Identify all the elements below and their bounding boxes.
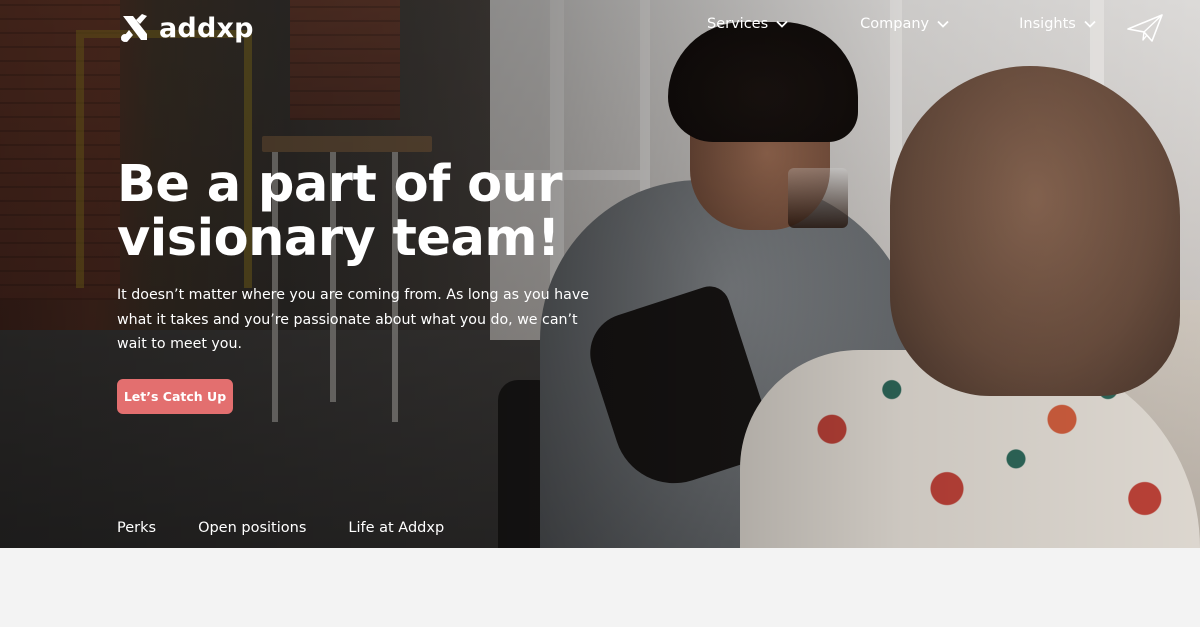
below-fold-section [0,548,1200,627]
main-nav: Services Company Insights [707,16,1168,32]
subnav-item-perks[interactable]: Perks [117,520,156,536]
nav-item-services[interactable]: Services [707,16,788,32]
nav-item-label: Company [860,16,930,32]
subnav-item-open-positions[interactable]: Open positions [198,520,306,536]
subnav-item-life-at-addxp[interactable]: Life at Addxp [348,520,444,536]
hero-description: It doesn’t matter where you are coming f… [117,287,589,352]
nav-item-label: Insights [1019,16,1076,32]
careers-subnav: Perks Open positions Life at Addxp [117,520,486,536]
headline-line: visionary team! [117,209,560,268]
nav-item-label: Services [707,16,769,32]
hero-headline: Be a part of our visionary team! [117,155,563,268]
logo-link[interactable]: addxp [117,10,254,46]
nav-item-company[interactable]: Company [860,16,949,32]
paper-plane-icon[interactable] [1126,13,1164,43]
chevron-down-icon [1084,20,1096,28]
headline-line: Be a part of our [117,155,563,214]
chevron-down-icon [937,20,949,28]
chevron-down-icon [776,20,788,28]
lets-catch-up-button[interactable]: Let’s Catch Up [117,379,233,414]
nav-item-insights[interactable]: Insights [1019,16,1096,32]
hero-section: addxp Services Company Insights Be a par… [0,0,1200,548]
brand-name: addxp [159,12,254,44]
addxp-logo-icon [121,14,147,42]
hero-overlay [0,0,1200,548]
